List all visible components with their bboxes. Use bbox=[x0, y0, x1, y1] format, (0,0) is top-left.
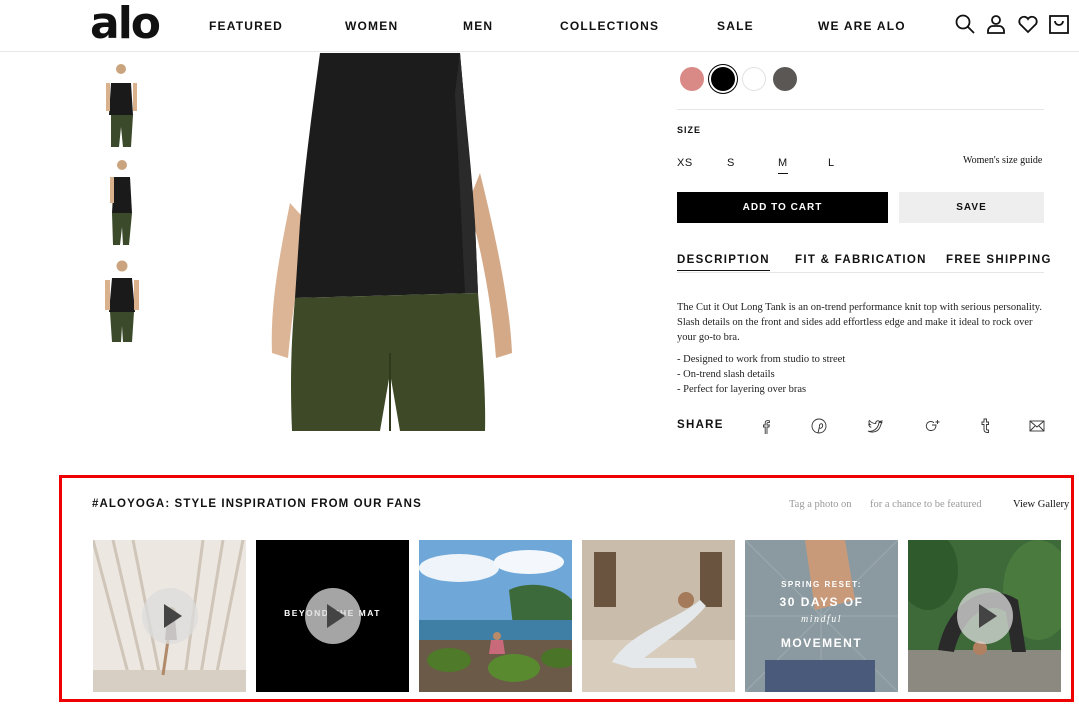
size-label: SIZE bbox=[677, 125, 702, 135]
color-swatch-white[interactable] bbox=[742, 67, 766, 91]
color-swatch-rose[interactable] bbox=[680, 67, 704, 91]
nav-we-are-alo[interactable]: WE ARE ALO bbox=[818, 19, 906, 33]
nav-collections[interactable]: COLLECTIONS bbox=[560, 19, 659, 33]
bullet-2: - On-trend slash details bbox=[677, 369, 775, 380]
tab-description[interactable]: DESCRIPTION bbox=[677, 254, 770, 271]
size-s[interactable]: S bbox=[727, 157, 735, 169]
photo-3-image bbox=[419, 540, 572, 692]
tab-fit-fabrication[interactable]: FIT & FABRICATION bbox=[795, 254, 927, 266]
nav-featured[interactable]: FEATURED bbox=[209, 19, 283, 33]
search-icon[interactable] bbox=[953, 12, 977, 36]
color-swatch-black[interactable] bbox=[711, 67, 735, 91]
facebook-icon[interactable] bbox=[757, 417, 775, 435]
email-icon[interactable] bbox=[1028, 417, 1046, 435]
tag-photo-text: Tag a photo on bbox=[789, 499, 852, 510]
share-label: SHARE bbox=[677, 419, 724, 431]
product-thumbnail-3[interactable] bbox=[96, 256, 148, 344]
size-guide-link[interactable]: Women's size guide bbox=[963, 155, 1042, 166]
google-plus-icon[interactable] bbox=[923, 417, 941, 435]
size-m[interactable]: M bbox=[778, 157, 788, 174]
product-main-image[interactable] bbox=[250, 53, 540, 431]
inspiration-title: #ALOYOGA: STYLE INSPIRATION FROM OUR FAN… bbox=[92, 498, 422, 510]
tab-free-shipping[interactable]: FREE SHIPPING bbox=[946, 254, 1052, 266]
play-button-icon[interactable] bbox=[141, 588, 198, 644]
photo-5-caption-1: SPRING RESET: bbox=[781, 580, 862, 589]
bullet-1: - Designed to work from studio to street bbox=[677, 354, 846, 365]
play-button-icon[interactable] bbox=[304, 588, 361, 644]
inspiration-photo-6[interactable] bbox=[908, 540, 1061, 692]
wishlist-icon[interactable] bbox=[1016, 12, 1040, 36]
photo-5-caption-3: mindful bbox=[800, 614, 843, 625]
product-thumbnail-2[interactable] bbox=[96, 157, 148, 245]
inspiration-photo-3[interactable] bbox=[419, 540, 572, 692]
cart-icon[interactable] bbox=[1047, 12, 1071, 36]
tabs-divider bbox=[677, 272, 1044, 273]
inspiration-photo-1[interactable] bbox=[93, 540, 246, 692]
site-header: alo FEATURED WOMEN MEN COLLECTIONS SALE … bbox=[0, 0, 1079, 52]
nav-women[interactable]: WOMEN bbox=[345, 19, 398, 33]
alo-logo[interactable]: alo bbox=[90, 2, 161, 46]
save-button[interactable]: SAVE bbox=[899, 192, 1044, 223]
size-xs[interactable]: XS bbox=[677, 157, 693, 169]
nav-sale[interactable]: SALE bbox=[717, 19, 754, 33]
product-description: The Cut it Out Long Tank is an on-trend … bbox=[677, 302, 1042, 343]
featured-chance-text: for a chance to be featured bbox=[870, 499, 982, 510]
photo-5-caption-2: 30 DAYS OF bbox=[779, 595, 864, 609]
pinterest-icon[interactable] bbox=[810, 417, 828, 435]
photo-5-caption-4: MOVEMENT bbox=[780, 636, 863, 650]
bullet-3: - Perfect for layering over bras bbox=[677, 384, 807, 395]
inspiration-photo-5[interactable]: SPRING RESET: 30 DAYS OF mindful MOVEMEN… bbox=[745, 540, 898, 692]
divider bbox=[677, 109, 1044, 110]
photo-4-image bbox=[582, 540, 735, 692]
inspiration-photo-2[interactable]: BEYOND THE MAT bbox=[256, 540, 409, 692]
add-to-cart-button[interactable]: ADD TO CART bbox=[677, 192, 888, 223]
view-gallery-link[interactable]: View Gallery bbox=[1013, 499, 1069, 510]
account-icon[interactable] bbox=[984, 12, 1008, 36]
play-button-icon[interactable] bbox=[956, 588, 1013, 644]
product-thumbnail-1[interactable] bbox=[96, 59, 148, 147]
color-swatch-grey[interactable] bbox=[773, 67, 797, 91]
twitter-icon[interactable] bbox=[866, 417, 884, 435]
inspiration-photo-4[interactable] bbox=[582, 540, 735, 692]
size-l[interactable]: L bbox=[828, 157, 835, 169]
nav-men[interactable]: MEN bbox=[463, 19, 493, 33]
tumblr-icon[interactable] bbox=[976, 417, 994, 435]
